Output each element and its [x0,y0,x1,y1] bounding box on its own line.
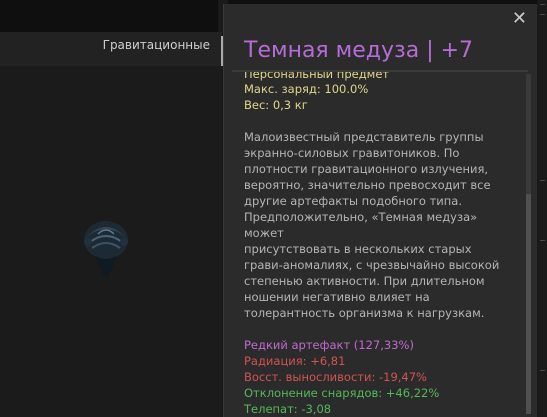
tooltip-scroll-thumb[interactable] [526,194,531,414]
item-description: Малоизвестный представитель группы экран… [244,130,500,320]
rarity-label: Редкий артефакт (127,33%) [244,338,414,352]
edge-mark [540,180,545,181]
category-label[interactable]: Гравитационные [103,38,210,52]
tooltip-content: Персональный предмет Макс. заряд: 100.0%… [244,72,518,417]
category-header: Гравитационные [0,32,222,66]
close-icon[interactable]: ✕ [512,8,527,29]
effect-stamina-regen: Восст. выносливости: -19,47% [244,370,427,384]
effect-radiation: Радиация: +6,81 [244,354,346,368]
item-title: Темная медуза | +7 [244,38,474,63]
item-type-label: Персональный предмет [244,72,390,81]
edge-mark [540,240,545,241]
edge-mark [540,14,545,15]
artifact-icon[interactable] [78,212,134,282]
right-edge-panel [537,0,547,417]
weight-stat: Вес: 0,3 кг [244,98,308,112]
charge-stat: Макс. заряд: 100.0% [244,82,369,96]
effect-telepathy: Телепат: -3,08 [244,402,332,416]
effect-bullet-deflection: Отклонение снарядов: +46,22% [244,386,440,400]
item-tooltip: ✕ Темная медуза | +7 Персональный предме… [223,4,545,417]
edge-mark [540,4,545,5]
edge-mark [540,370,545,371]
